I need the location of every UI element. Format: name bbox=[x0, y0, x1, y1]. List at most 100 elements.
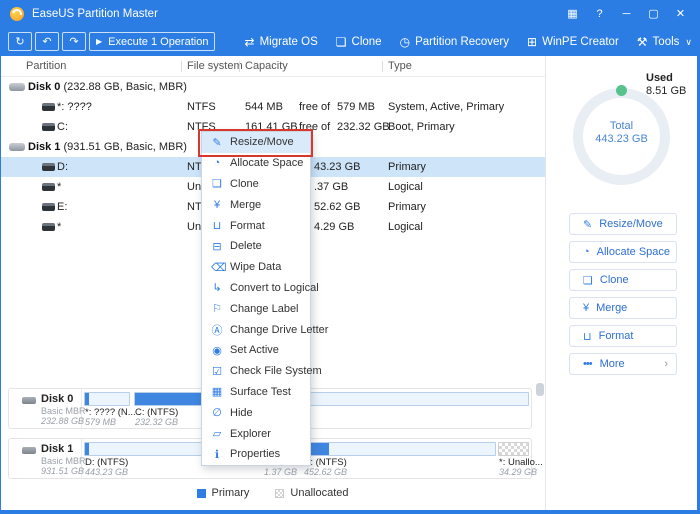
toolbar-label: WinPE Creator bbox=[542, 36, 619, 48]
partition-block-size: 232.32 GB bbox=[135, 417, 178, 427]
button-label: Resize/Move bbox=[599, 218, 663, 230]
redo-button[interactable]: ↷ bbox=[62, 32, 86, 51]
menu-item-clone[interactable]: ❏ Clone bbox=[202, 174, 310, 195]
partition-icon bbox=[42, 123, 55, 131]
clone-icon: ❏ bbox=[336, 35, 347, 49]
properties-icon: ℹ bbox=[211, 448, 223, 461]
context-menu: ✎Resize/Move◔Allocate Space❏Clone¥Merge⊔… bbox=[201, 131, 311, 466]
column-header-file-system: File system bbox=[187, 60, 243, 72]
refresh-button[interactable]: ↻ bbox=[8, 32, 32, 51]
play-icon: ▶ bbox=[96, 37, 102, 46]
app-window: EaseUS Partition Master ▦?─▢✕ ↻↶↷▶Execut… bbox=[0, 0, 700, 514]
undo-button[interactable]: ↶ bbox=[35, 32, 59, 51]
app-logo-icon bbox=[10, 7, 24, 21]
capacity-fragment: .37 GB bbox=[314, 177, 348, 197]
maximize-icon[interactable]: ▢ bbox=[644, 5, 663, 23]
help-icon[interactable]: ? bbox=[590, 5, 609, 23]
column-separator bbox=[239, 61, 240, 72]
menu-item-convert-to-logical[interactable]: ↳Convert to Logical bbox=[202, 278, 310, 299]
partition-block-e-ntfs[interactable] bbox=[303, 442, 496, 456]
column-separator bbox=[382, 61, 383, 72]
toolbar-item-partition-recovery[interactable]: ◷ Partition Recovery bbox=[400, 35, 509, 49]
disk-detail: (232.88 GB, Basic, MBR) bbox=[60, 81, 187, 93]
toolbar-item-clone[interactable]: ❏Clone bbox=[336, 35, 382, 49]
sidebar-button-format[interactable]: ⊔Format bbox=[569, 325, 677, 347]
menu-item-label: Properties bbox=[230, 448, 280, 460]
allocate-space-icon: ◔ bbox=[211, 157, 223, 169]
menu-item-change-drive-letter[interactable]: ⒶChange Drive Letter bbox=[202, 319, 310, 340]
sidebar-button-clone[interactable]: ❏Clone bbox=[569, 269, 677, 291]
capacity-fragment: 43.23 GB bbox=[314, 157, 360, 177]
primary-swatch bbox=[197, 489, 206, 498]
toolbar-right: ⇄Migrate OS ❏Clone ◷ Partition Recovery ⊞Win… bbox=[245, 28, 692, 56]
sidebar-button-allocate-space[interactable]: ◔Allocate Space bbox=[569, 241, 677, 263]
window-border-bottom bbox=[0, 510, 700, 514]
partition-block-c-ntfs[interactable] bbox=[134, 392, 529, 406]
menu-item-hide[interactable]: ∅Hide bbox=[202, 402, 310, 423]
convert-to-logical-icon: ↳ bbox=[211, 281, 223, 294]
merge-icon: ¥ bbox=[583, 302, 588, 314]
execute-operation-button[interactable]: ▶ Execute 1 Operation bbox=[89, 32, 215, 51]
capacity-free: 544 MB bbox=[245, 97, 283, 117]
sidebar-button-more[interactable]: •••More› bbox=[569, 353, 677, 375]
chevron-right-icon: › bbox=[664, 358, 668, 370]
menu-item-format[interactable]: ⊔Format bbox=[202, 215, 310, 236]
menu-item-delete[interactable]: ⊟ Delete bbox=[202, 236, 310, 257]
close-icon[interactable]: ✕ bbox=[671, 5, 690, 23]
menu-item-properties[interactable]: ℹ Properties bbox=[202, 444, 310, 465]
partition-type: System, Active, Primary bbox=[388, 97, 504, 117]
delete-icon: ⊟ bbox=[211, 240, 223, 253]
menu-item-wipe-data[interactable]: ⌫Wipe Data bbox=[202, 257, 310, 278]
menu-item-set-active[interactable]: ◉Set Active bbox=[202, 340, 310, 361]
column-separator bbox=[181, 61, 182, 72]
button-label: Merge bbox=[596, 302, 627, 314]
menu-item-surface-test[interactable]: ▦Surface Test bbox=[202, 382, 310, 403]
sidebar-button-resize-move[interactable]: ✎Resize/Move bbox=[569, 213, 677, 235]
partition-block-size: 443.23 GB bbox=[85, 467, 128, 477]
used-label: Used bbox=[646, 72, 686, 85]
capacity-fragment: 52.62 GB bbox=[314, 197, 360, 217]
menu-item-merge[interactable]: ¥Merge bbox=[202, 194, 310, 215]
partition-block-size: 452.62 GB bbox=[304, 467, 347, 477]
merge-icon: ¥ bbox=[211, 199, 223, 211]
menu-item-label: Clone bbox=[230, 178, 259, 190]
partition-block-unallo[interactable] bbox=[498, 442, 529, 456]
clone-icon: ❏ bbox=[211, 177, 223, 190]
window-controls: ▦? ─ ▢ ✕ bbox=[563, 5, 690, 23]
menu-item-check-file-system[interactable]: ☑Check File System bbox=[202, 361, 310, 382]
partition-block-size: 1.37 GB bbox=[264, 467, 297, 477]
toolbar-item-migrate-os[interactable]: ⇄Migrate OS bbox=[245, 35, 318, 49]
toolbar-item-tools[interactable]: ⚒Tools∨ bbox=[637, 35, 692, 49]
partition-row-item-1[interactable]: *: ????NTFS544 MBfree of579 MBSystem, Ac… bbox=[0, 97, 545, 117]
menu-item-label: Delete bbox=[230, 240, 262, 252]
partition-recovery-icon: ◷ bbox=[400, 35, 410, 49]
disk-group-row-disk-0-0[interactable]: Disk 0 (232.88 GB, Basic, MBR) bbox=[0, 77, 545, 97]
menu-item-change-label[interactable]: ⚐Change Label bbox=[202, 298, 310, 319]
disk-detail: (931.51 GB, Basic, MBR) bbox=[60, 141, 187, 153]
disk-card-label: Disk 1Basic MBR931.51 GB bbox=[9, 439, 82, 478]
hide-icon: ∅ bbox=[211, 406, 223, 419]
toolbar-label: Partition Recovery bbox=[415, 36, 509, 48]
disk-drive-icon bbox=[9, 83, 25, 91]
scrollbar-thumb[interactable] bbox=[536, 383, 544, 396]
used-value: 8.51 GB bbox=[646, 85, 686, 98]
disk-label: Disk 1 (931.51 GB, Basic, MBR) bbox=[28, 137, 187, 157]
disk-name: Disk 0 bbox=[28, 81, 60, 93]
menu-item-explorer[interactable]: ▱Explorer bbox=[202, 423, 310, 444]
tools-icon: ⚒ bbox=[637, 35, 648, 49]
view-grid-icon[interactable]: ▦ bbox=[563, 5, 582, 23]
menu-item-label: Wipe Data bbox=[230, 261, 281, 273]
partition-block-n[interactable] bbox=[84, 392, 130, 406]
disk-size: 931.51 GB bbox=[41, 466, 84, 476]
partition-name: * bbox=[57, 217, 61, 237]
column-header-partition: Partition bbox=[26, 60, 66, 72]
toolbar-item-winpe-creator[interactable]: ⊞WinPE Creator bbox=[527, 35, 619, 49]
execute-label: Execute 1 Operation bbox=[108, 36, 208, 48]
menu-item-label: Change Label bbox=[230, 303, 299, 315]
used-space-fill bbox=[85, 443, 89, 455]
partition-type: Logical bbox=[388, 177, 423, 197]
toolbar-label: Migrate OS bbox=[260, 36, 318, 48]
titlebar: EaseUS Partition Master ▦?─▢✕ bbox=[0, 0, 700, 28]
sidebar-button-merge[interactable]: ¥ Merge bbox=[569, 297, 677, 319]
minimize-icon[interactable]: ─ bbox=[617, 5, 636, 23]
